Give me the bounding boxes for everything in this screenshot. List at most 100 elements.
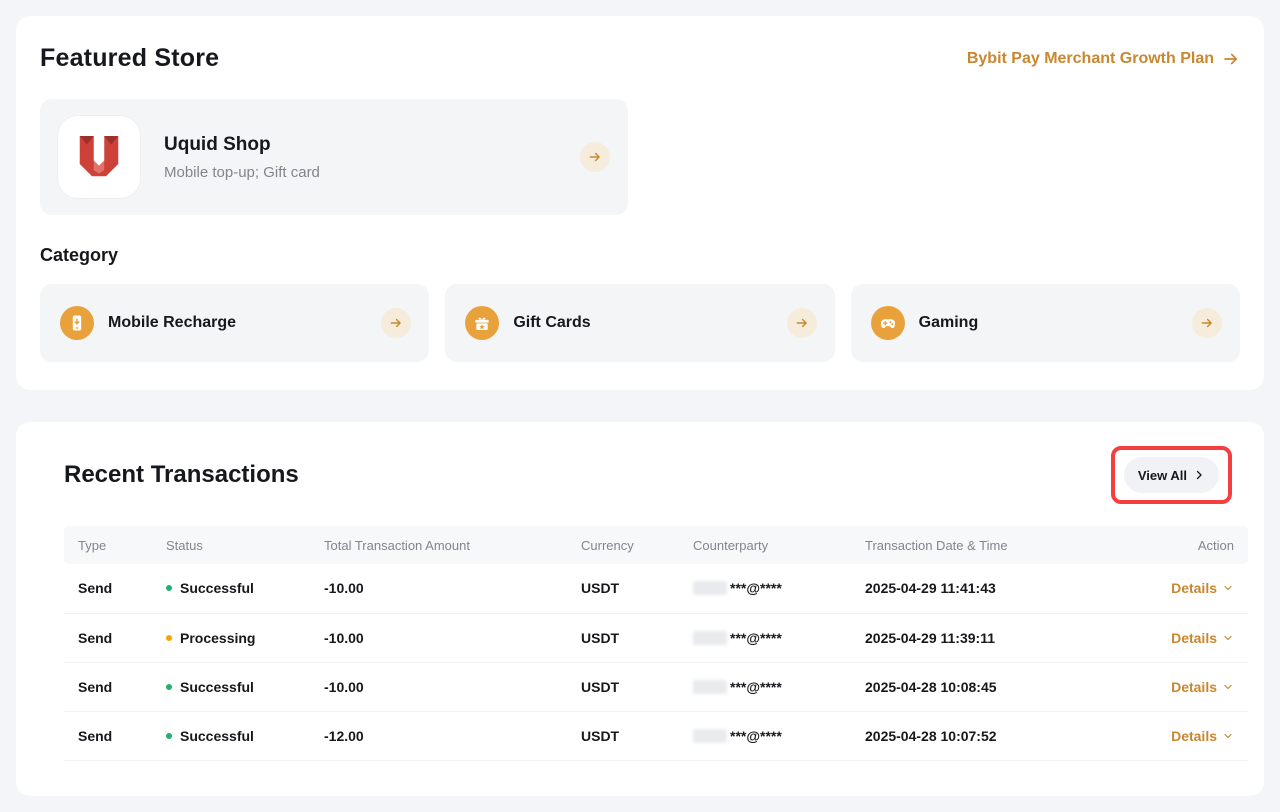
category-card-gaming[interactable]: Gaming	[851, 284, 1240, 362]
table-row: Send Successful -10.00 USDT ***@**** 202…	[64, 662, 1248, 711]
arrow-right-icon	[1222, 50, 1240, 68]
recent-transactions-panel: Recent Transactions View All Type Status…	[16, 422, 1264, 796]
merchant-growth-plan-link[interactable]: Bybit Pay Merchant Growth Plan	[967, 50, 1240, 68]
category-arrow-button[interactable]	[1192, 308, 1222, 338]
col-type: Type	[64, 526, 152, 564]
cell-datetime: 2025-04-28 10:08:45	[851, 662, 1123, 711]
featured-store-panel: Featured Store Bybit Pay Merchant Growth…	[16, 16, 1264, 390]
mobile-recharge-icon	[60, 306, 94, 340]
chevron-down-icon	[1222, 632, 1234, 644]
redacted-text	[693, 680, 727, 694]
merchant-growth-plan-label: Bybit Pay Merchant Growth Plan	[967, 50, 1214, 68]
cell-counterparty: ***@****	[679, 711, 851, 760]
details-link[interactable]: Details	[1171, 679, 1234, 695]
cell-datetime: 2025-04-29 11:41:43	[851, 564, 1123, 613]
status-dot	[166, 635, 172, 641]
category-label: Gift Cards	[513, 314, 772, 332]
store-name: Uquid Shop	[164, 134, 556, 156]
details-link[interactable]: Details	[1171, 728, 1234, 744]
cell-datetime: 2025-04-29 11:39:11	[851, 613, 1123, 662]
cell-type: Send	[64, 711, 152, 760]
redacted-text	[693, 729, 727, 743]
cell-amount: -12.00	[310, 711, 567, 760]
cell-currency: USDT	[567, 564, 679, 613]
category-label: Gaming	[919, 314, 1178, 332]
chevron-down-icon	[1222, 582, 1234, 594]
counterparty-masked: ***@****	[730, 728, 782, 744]
cell-amount: -10.00	[310, 613, 567, 662]
cell-currency: USDT	[567, 662, 679, 711]
chevron-down-icon	[1222, 681, 1234, 693]
details-label: Details	[1171, 630, 1217, 646]
cell-type: Send	[64, 564, 152, 613]
cell-currency: USDT	[567, 613, 679, 662]
uquid-shop-card[interactable]: Uquid Shop Mobile top-up; Gift card	[40, 99, 628, 215]
details-label: Details	[1171, 580, 1217, 596]
cell-action: Details	[1123, 613, 1248, 662]
status-label: Successful	[180, 728, 254, 744]
cell-status: Successful	[152, 662, 310, 711]
col-datetime: Transaction Date & Time	[851, 526, 1123, 564]
recent-transactions-title: Recent Transactions	[48, 461, 299, 489]
cell-type: Send	[64, 613, 152, 662]
transactions-table: Type Status Total Transaction Amount Cur…	[64, 526, 1248, 761]
details-label: Details	[1171, 728, 1217, 744]
cell-datetime: 2025-04-28 10:07:52	[851, 711, 1123, 760]
arrow-right-icon	[795, 316, 809, 330]
store-text: Uquid Shop Mobile top-up; Gift card	[164, 134, 556, 181]
col-counterparty: Counterparty	[679, 526, 851, 564]
status-label: Processing	[180, 630, 255, 646]
redacted-text	[693, 581, 727, 595]
redacted-text	[693, 631, 727, 645]
arrow-right-icon	[389, 316, 403, 330]
featured-store-header: Featured Store Bybit Pay Merchant Growth…	[40, 44, 1240, 73]
gift-cards-icon	[465, 306, 499, 340]
col-action: Action	[1123, 526, 1248, 564]
cell-amount: -10.00	[310, 564, 567, 613]
table-row: Send Successful -10.00 USDT ***@**** 202…	[64, 564, 1248, 613]
col-currency: Currency	[567, 526, 679, 564]
table-row: Send Successful -12.00 USDT ***@**** 202…	[64, 711, 1248, 760]
status-dot	[166, 585, 172, 591]
category-arrow-button[interactable]	[787, 308, 817, 338]
counterparty-masked: ***@****	[730, 630, 782, 646]
transactions-header: Recent Transactions View All	[48, 446, 1232, 504]
store-arrow-button[interactable]	[580, 142, 610, 172]
gaming-icon	[871, 306, 905, 340]
col-status: Status	[152, 526, 310, 564]
uquid-logo-icon	[58, 116, 140, 198]
view-all-label: View All	[1138, 468, 1187, 483]
cell-status: Successful	[152, 711, 310, 760]
details-label: Details	[1171, 679, 1217, 695]
category-label: Mobile Recharge	[108, 314, 367, 332]
col-amount: Total Transaction Amount	[310, 526, 567, 564]
cell-amount: -10.00	[310, 662, 567, 711]
cell-counterparty: ***@****	[679, 564, 851, 613]
cell-counterparty: ***@****	[679, 613, 851, 662]
counterparty-masked: ***@****	[730, 580, 782, 596]
highlight-annotation: View All	[1111, 446, 1232, 504]
category-title: Category	[40, 245, 1240, 266]
cell-action: Details	[1123, 564, 1248, 613]
category-card-mobile-recharge[interactable]: Mobile Recharge	[40, 284, 429, 362]
cell-status: Successful	[152, 564, 310, 613]
cell-currency: USDT	[567, 711, 679, 760]
featured-store-title: Featured Store	[40, 44, 219, 73]
store-description: Mobile top-up; Gift card	[164, 164, 556, 181]
arrow-right-icon	[1200, 316, 1214, 330]
status-dot	[166, 733, 172, 739]
category-row: Mobile Recharge Gift Cards	[40, 284, 1240, 362]
counterparty-masked: ***@****	[730, 679, 782, 695]
cell-type: Send	[64, 662, 152, 711]
cell-action: Details	[1123, 662, 1248, 711]
category-arrow-button[interactable]	[381, 308, 411, 338]
chevron-down-icon	[1222, 730, 1234, 742]
category-card-gift-cards[interactable]: Gift Cards	[445, 284, 834, 362]
status-dot	[166, 684, 172, 690]
cell-action: Details	[1123, 711, 1248, 760]
arrow-right-icon	[588, 150, 602, 164]
details-link[interactable]: Details	[1171, 580, 1234, 596]
table-header-row: Type Status Total Transaction Amount Cur…	[64, 526, 1248, 564]
view-all-button[interactable]: View All	[1124, 457, 1219, 493]
details-link[interactable]: Details	[1171, 630, 1234, 646]
